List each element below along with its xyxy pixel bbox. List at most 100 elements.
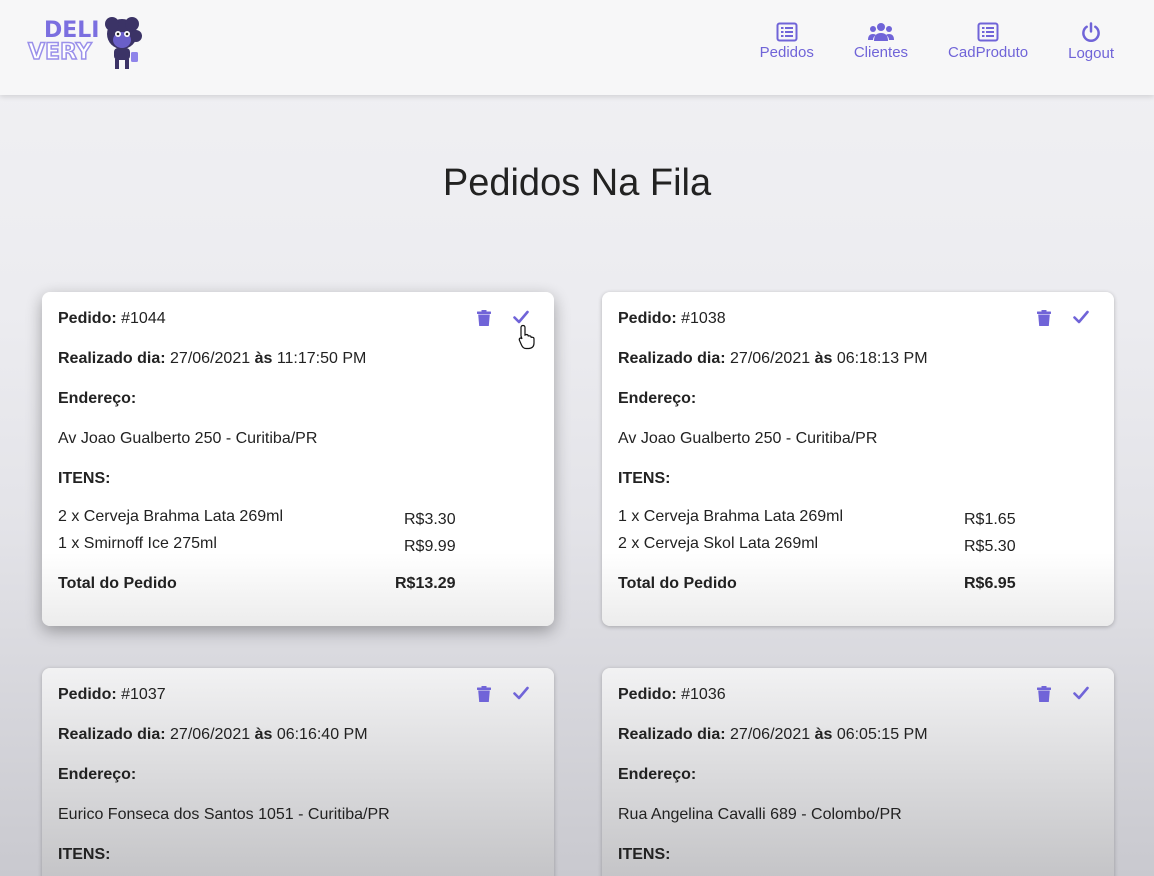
trash-icon <box>477 686 491 702</box>
total-label: Total do Pedido <box>618 575 737 592</box>
order-time: 11:17:50 PM <box>276 350 367 367</box>
navbar: DELI VERY Pedidos Clientes CadProduto Lo… <box>0 0 1154 95</box>
delete-order-button[interactable] <box>477 686 491 707</box>
delivery-logo[interactable]: DELI VERY <box>27 14 146 74</box>
order-items: 2 x Cerveja Brahma Lata 269ml R$3.30 1 x … <box>58 507 538 561</box>
pedido-label: Pedido: <box>618 686 677 703</box>
order-date: 27/06/2021 <box>170 350 251 367</box>
endereco-label: Endereço: <box>58 766 137 783</box>
trash-icon <box>1037 310 1051 326</box>
item-desc: 1 x Smirnoff Ice 275ml <box>58 535 217 552</box>
pedido-label: Pedido: <box>58 686 117 703</box>
nav-item-clientes[interactable]: Clientes <box>854 22 908 62</box>
order-address: Eurico Fonseca dos Santos 1051 - Curitib… <box>58 806 390 823</box>
logo-text-very: VERY <box>27 40 92 65</box>
confirm-order-button[interactable] <box>1073 310 1089 331</box>
order-date-line: Realizado dia: 27/06/2021 às 06:18:13 PM <box>618 349 1098 389</box>
order-address: Rua Angelina Cavalli 689 - Colombo/PR <box>618 806 902 823</box>
list-item: 1 x Smirnoff Ice 275ml R$9.99 <box>58 534 538 561</box>
list-icon <box>977 22 999 42</box>
confirm-order-button[interactable] <box>513 686 529 707</box>
order-date-line: Realizado dia: 27/06/2021 às 11:17:50 PM <box>58 349 538 389</box>
pedido-label: Pedido: <box>58 310 117 327</box>
endereco-label: Endereço: <box>618 766 697 783</box>
list-item: 2 x Cerveja Skol Lata 269ml R$5.30 <box>618 534 1098 561</box>
item-price: R$1.65 <box>964 511 1016 528</box>
nav-label-cadproduto: CadProduto <box>948 44 1029 61</box>
item-desc: 1 x Cerveja Brahma Lata 269ml <box>618 508 843 525</box>
realizado-label: Realizado dia: <box>58 726 166 743</box>
order-date: 27/06/2021 <box>730 726 811 743</box>
list-item: 2 x Cerveja Brahma Lata 269ml R$3.30 <box>58 507 538 534</box>
order-actions <box>1015 686 1089 707</box>
trash-icon <box>1037 686 1051 702</box>
itens-label: ITENS: <box>618 470 671 487</box>
item-desc: 2 x Cerveja Skol Lata 269ml <box>618 535 819 552</box>
logo-text-deli: DELI <box>44 18 100 43</box>
order-date: 27/06/2021 <box>170 726 251 743</box>
realizado-label: Realizado dia: <box>618 726 726 743</box>
trash-icon <box>477 310 491 326</box>
item-price: R$5.30 <box>964 538 1016 555</box>
order-date-line: Realizado dia: 27/06/2021 às 06:05:15 PM <box>618 725 1098 765</box>
hand-pointer-cursor-icon <box>518 324 535 350</box>
list-icon <box>776 22 798 42</box>
order-actions <box>1015 310 1089 331</box>
itens-label: ITENS: <box>618 846 671 863</box>
order-items: 1 x Cerveja Brahma Lata 269ml R$1.65 2 x … <box>618 507 1098 561</box>
delete-order-button[interactable] <box>1037 310 1051 331</box>
check-icon <box>513 310 529 324</box>
order-id: #1038 <box>681 310 726 327</box>
nav-label-logout: Logout <box>1068 45 1114 62</box>
order-total: R$13.29 <box>395 575 456 592</box>
endereco-label: Endereço: <box>618 390 697 407</box>
as-label: às <box>254 726 273 743</box>
order-time: 06:18:13 PM <box>836 350 928 367</box>
order-card: Pedido: #1044 Realizado dia: 27/06/2021 … <box>42 292 554 626</box>
as-label: às <box>254 350 273 367</box>
delete-order-button[interactable] <box>477 310 491 331</box>
item-price: R$3.30 <box>404 511 456 528</box>
users-icon <box>867 23 894 41</box>
realizado-label: Realizado dia: <box>618 350 726 367</box>
nav-item-logout[interactable]: Logout <box>1068 22 1114 62</box>
nav-label-clientes: Clientes <box>853 44 909 61</box>
order-card: Pedido: #1037 Realizado dia: 27/06/2021 … <box>42 668 554 876</box>
order-card: Pedido: #1036 Realizado dia: 27/06/2021 … <box>602 668 1114 876</box>
order-actions <box>455 686 529 707</box>
check-icon <box>1073 686 1089 700</box>
order-id: #1036 <box>681 686 726 703</box>
item-price: R$9.99 <box>404 538 456 555</box>
itens-label: ITENS: <box>58 846 111 863</box>
sheep-mascot-icon <box>105 17 142 69</box>
order-total: R$6.95 <box>964 575 1016 592</box>
nav-label-pedidos: Pedidos <box>759 44 814 61</box>
order-total-row: Total do Pedido R$13.29 <box>58 561 538 617</box>
check-icon <box>1073 310 1089 324</box>
page-title: Pedidos Na Fila <box>442 162 712 204</box>
as-label: às <box>814 726 833 743</box>
total-label: Total do Pedido <box>58 575 177 592</box>
order-date: 27/06/2021 <box>730 350 811 367</box>
order-card: Pedido: #1038 Realizado dia: 27/06/2021 … <box>602 292 1114 626</box>
check-icon <box>513 686 529 700</box>
endereco-label: Endereço: <box>58 390 137 407</box>
confirm-order-button[interactable] <box>1073 686 1089 707</box>
order-address: Av Joao Gualberto 250 - Curitiba/PR <box>58 430 318 447</box>
nav-item-cadproduto[interactable]: CadProduto <box>948 22 1028 62</box>
itens-label: ITENS: <box>58 470 111 487</box>
list-item: 1 x Cerveja Brahma Lata 269ml R$1.65 <box>618 507 1098 534</box>
nav-item-pedidos[interactable]: Pedidos <box>760 22 814 62</box>
pedido-label: Pedido: <box>618 310 677 327</box>
order-total-row: Total do Pedido R$6.95 <box>618 561 1098 617</box>
realizado-label: Realizado dia: <box>58 350 166 367</box>
nav-menu: Pedidos Clientes CadProduto Logout <box>720 22 1114 62</box>
delete-order-button[interactable] <box>1037 686 1051 707</box>
item-desc: 2 x Cerveja Brahma Lata 269ml <box>58 508 283 525</box>
order-date-line: Realizado dia: 27/06/2021 às 06:16:40 PM <box>58 725 538 765</box>
power-icon <box>1082 22 1100 42</box>
as-label: às <box>814 350 833 367</box>
order-time: 06:16:40 PM <box>276 726 368 743</box>
order-id: #1037 <box>121 686 166 703</box>
order-id: #1044 <box>121 310 166 327</box>
